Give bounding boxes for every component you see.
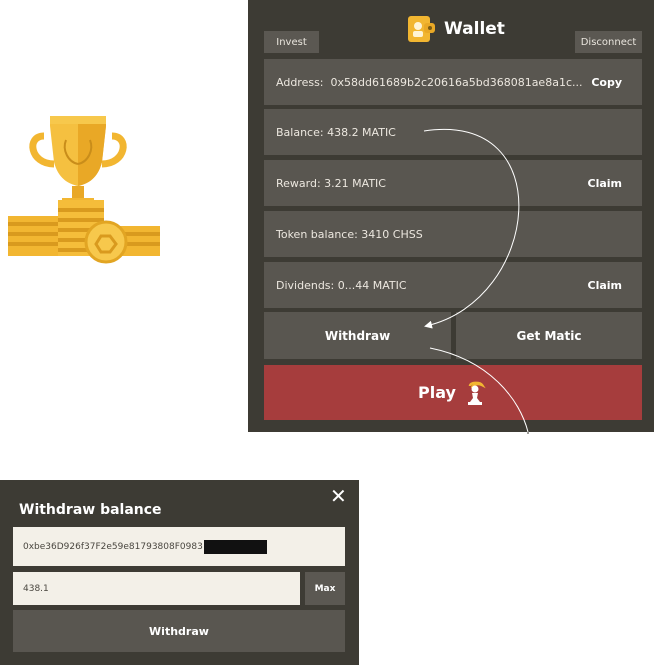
wallet-title: Wallet [444,19,505,39]
token-balance-text: Token balance: 3410 CHSS [276,227,423,241]
copy-button[interactable]: Copy [591,76,630,89]
disconnect-button[interactable]: Disconnect [575,31,642,53]
dividends-text: Dividends: 0...44 MATIC [276,278,407,292]
dividends-row: Dividends: 0...44 MATIC Claim [264,262,642,308]
play-button[interactable]: Play [264,365,642,420]
address-row: Address: 0x58dd61689b2c20616a5bd368081ae… [264,59,642,105]
withdraw-amount-field[interactable]: 438.1 [13,572,300,605]
max-button[interactable]: Max [305,572,345,605]
play-label: Play [418,383,456,402]
withdraw-address-field[interactable]: 0xbe36D926f37F2e59e81793808F0983 [13,527,345,566]
withdraw-amount-value: 438.1 [23,583,49,594]
wallet-icon [408,16,435,42]
modal-withdraw-button[interactable]: Withdraw [13,610,345,652]
withdraw-button[interactable]: Withdraw [264,312,451,359]
token-balance-row: Token balance: 3410 CHSS [264,211,642,257]
address-value: 0x58dd61689b2c20616a5bd368081ae8a1c... [330,75,583,89]
get-matic-button[interactable]: Get Matic [456,312,642,359]
invest-button[interactable]: Invest [264,31,319,53]
close-icon[interactable]: ✕ [330,486,347,506]
withdraw-address-value: 0xbe36D926f37F2e59e81793808F0983 [23,541,203,552]
balance-text: Balance: 438.2 MATIC [276,125,396,139]
withdraw-modal: Withdraw balance ✕ 0xbe36D926f37F2e59e81… [0,480,359,665]
address-label: Address: [276,75,324,89]
reward-text: Reward: 3.21 MATIC [276,176,386,190]
address-display: Address: 0x58dd61689b2c20616a5bd368081ae… [276,76,582,89]
wallet-header: Wallet [406,14,505,44]
reward-claim-button[interactable]: Claim [588,177,631,190]
modal-title: Withdraw balance [19,502,162,518]
redaction-bar [203,539,267,554]
chess-pawn-icon [467,381,486,405]
balance-row: Balance: 438.2 MATIC [264,109,642,155]
dividends-claim-button[interactable]: Claim [588,279,631,292]
reward-row: Reward: 3.21 MATIC Claim [264,160,642,206]
wallet-panel: Invest Wallet Disconnect Address: 0x58dd… [248,0,654,432]
trophy-coins-illustration [8,116,160,264]
